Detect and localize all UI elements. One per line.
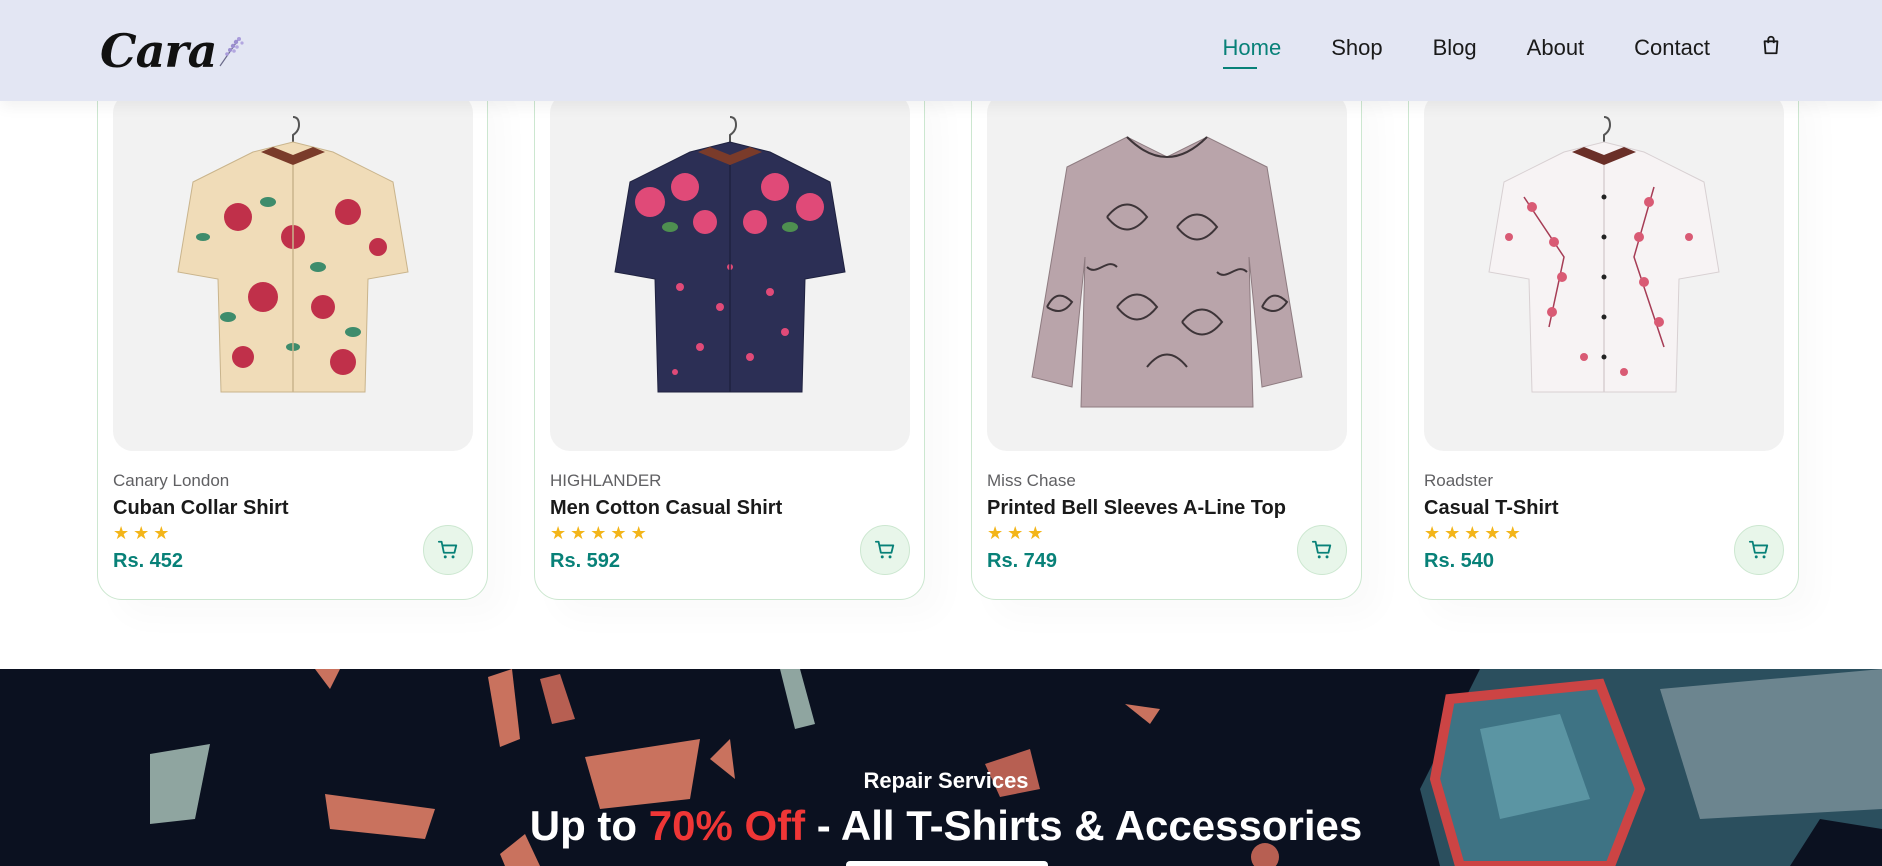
nav-link-blog[interactable]: Blog: [1433, 35, 1477, 67]
star-icon: ★: [1424, 523, 1441, 544]
add-to-cart-button[interactable]: [1297, 525, 1347, 575]
top-image: [1031, 136, 1303, 408]
cart-icon: [437, 540, 458, 559]
main-nav: Home Shop Blog About Contact: [1222, 34, 1782, 69]
product-brand: HIGHLANDER: [550, 471, 662, 490]
star-icon: ★: [1444, 523, 1461, 544]
product-brand: Canary London: [113, 471, 230, 490]
lavender-sprig-icon: [219, 36, 245, 66]
cart-icon: [1311, 540, 1332, 559]
star-icon: ★: [1484, 523, 1501, 544]
shopping-bag-icon: [1763, 35, 1779, 54]
product-image[interactable]: [113, 93, 473, 451]
rating-stars: ★ ★ ★: [987, 524, 1346, 544]
star-icon: ★: [590, 523, 607, 544]
add-to-cart-button[interactable]: [1734, 525, 1784, 575]
shirt-image: [614, 116, 846, 393]
site-header: Cara Home Shop Blog About Contact: [0, 0, 1882, 101]
nav-item-blog: Blog: [1433, 35, 1477, 67]
product-grid: Canary London Cuban Collar Shirt ★ ★ ★ Rs.…: [97, 70, 1799, 600]
rating-stars: ★ ★ ★ ★ ★: [1424, 524, 1783, 544]
banner-subtitle: Repair Services: [863, 768, 1029, 793]
star-icon: ★: [610, 523, 627, 544]
product-card[interactable]: HIGHLANDER Men Cotton Casual Shirt ★ ★ ★ ★ ★…: [534, 70, 925, 600]
star-icon: ★: [1464, 523, 1481, 544]
nav-link-about[interactable]: About: [1527, 35, 1585, 67]
star-icon: ★: [1027, 523, 1044, 544]
product-name[interactable]: Cuban Collar Shirt: [113, 497, 472, 520]
star-icon: ★: [1504, 523, 1521, 544]
product-card[interactable]: Canary London Cuban Collar Shirt ★ ★ ★ Rs.…: [97, 70, 488, 600]
product-price: Rs. 452: [113, 550, 184, 572]
product-card[interactable]: Roadster Casual T-Shirt ★ ★ ★ ★ ★ Rs. 540: [1408, 70, 1799, 600]
star-icon: ★: [153, 523, 170, 544]
banner-title-suffix: - All T-Shirts & Accessories: [805, 802, 1363, 849]
explore-button[interactable]: [846, 861, 1048, 866]
product-image[interactable]: [1424, 93, 1784, 451]
product-name[interactable]: Casual T-Shirt: [1424, 497, 1783, 520]
nav-link-shop[interactable]: Shop: [1331, 35, 1382, 67]
banner-title: Up to 70% Off - All T-Shirts & Accessori…: [0, 802, 1882, 850]
promo-banner: Repair Services Up to 70% Off - All T-Sh…: [0, 669, 1882, 866]
shirt-image: [1488, 116, 1720, 393]
add-to-cart-button[interactable]: [860, 525, 910, 575]
product-price: Rs. 540: [1424, 550, 1495, 572]
add-to-cart-button[interactable]: [423, 525, 473, 575]
rating-stars: ★ ★ ★ ★ ★: [550, 524, 909, 544]
star-icon: ★: [113, 523, 130, 544]
nav-link-contact[interactable]: Contact: [1634, 35, 1710, 67]
star-icon: ★: [133, 523, 150, 544]
product-name[interactable]: Printed Bell Sleeves A-Line Top: [987, 497, 1346, 520]
star-icon: ★: [987, 523, 1004, 544]
cart-icon: [874, 540, 895, 559]
banner-title-highlight: 70% Off: [648, 802, 806, 849]
product-price: Rs. 592: [550, 550, 621, 572]
star-icon: ★: [570, 523, 587, 544]
banner-title-prefix: Up to: [529, 802, 649, 849]
product-brand: Roadster: [1424, 471, 1493, 490]
product-price: Rs. 749: [987, 550, 1058, 572]
shirt-image: [177, 116, 409, 393]
nav-item-shop: Shop: [1331, 35, 1382, 67]
nav-link-home[interactable]: Home: [1222, 35, 1281, 69]
star-icon: ★: [630, 523, 647, 544]
nav-item-contact: Contact: [1634, 35, 1710, 67]
cart-icon: [1748, 540, 1769, 559]
star-icon: ★: [550, 523, 567, 544]
product-name[interactable]: Men Cotton Casual Shirt: [550, 497, 909, 520]
rating-stars: ★ ★ ★: [113, 524, 472, 544]
nav-item-bag: [1760, 34, 1782, 68]
logo-text: Cara: [100, 23, 217, 78]
nav-item-about: About: [1527, 35, 1585, 67]
product-card[interactable]: Miss Chase Printed Bell Sleeves A-Line T…: [971, 70, 1362, 600]
product-brand: Miss Chase: [987, 471, 1076, 490]
nav-item-home: Home: [1222, 35, 1281, 69]
product-image[interactable]: [987, 93, 1347, 451]
logo[interactable]: Cara: [100, 21, 246, 81]
product-image[interactable]: [550, 93, 910, 451]
star-icon: ★: [1007, 523, 1024, 544]
bag-link[interactable]: [1760, 34, 1782, 68]
